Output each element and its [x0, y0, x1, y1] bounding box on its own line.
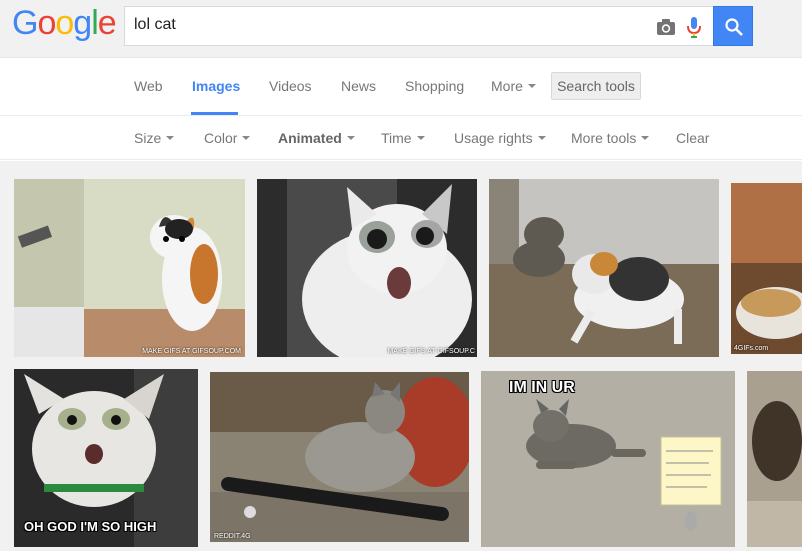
filter-label: Animated: [278, 130, 342, 146]
image-result[interactable]: OH GOD I'M SO HIGH: [14, 369, 198, 547]
filter-usage-rights[interactable]: Usage rights: [454, 130, 546, 146]
tab-images[interactable]: Images: [192, 78, 240, 94]
image-result[interactable]: IM IN UR: [481, 371, 735, 547]
search-tools-button[interactable]: Search tools: [551, 72, 641, 100]
filter-label: Usage rights: [454, 130, 533, 146]
watermark: MAKE GIFS AT GIFSOUP.C: [387, 348, 475, 355]
caret-down-icon: [242, 136, 251, 140]
filter-label: Size: [134, 130, 162, 146]
search-tools-bar: Size Color Animated Time Usage rights Mo…: [0, 117, 802, 160]
logo-letter: g: [73, 4, 92, 42]
search-query-text[interactable]: lol cat: [134, 16, 176, 34]
result-image: [731, 183, 802, 354]
logo-letter: e: [97, 4, 117, 42]
filter-size[interactable]: Size: [134, 130, 175, 146]
filter-label: Color: [204, 130, 238, 146]
image-result[interactable]: MAKE GIFS AT GIFSOUP.C: [257, 179, 477, 357]
watermark: REDDIT.4G: [214, 533, 251, 540]
caret-down-icon: [346, 136, 355, 140]
caret-down-icon: [641, 136, 650, 140]
caret-down-icon: [527, 84, 536, 88]
watermark: 4GIFs.com: [734, 345, 769, 352]
result-image: [747, 371, 802, 547]
image-result[interactable]: [489, 179, 719, 357]
tab-web[interactable]: Web: [134, 78, 163, 94]
image-result[interactable]: REDDIT.4G: [210, 372, 469, 542]
tab-videos[interactable]: Videos: [269, 78, 312, 94]
filter-more-tools[interactable]: More tools: [571, 130, 650, 146]
filter-label: Time: [381, 130, 412, 146]
image-result[interactable]: 4GIFs.com: [731, 183, 802, 354]
caret-down-icon: [416, 136, 425, 140]
camera-icon[interactable]: [655, 16, 677, 38]
active-tab-indicator: [191, 112, 238, 115]
filter-time[interactable]: Time: [381, 130, 425, 146]
watermark: MAKE GIFS AT GIFSOUP.COM: [142, 348, 241, 355]
tab-more-label: More: [491, 78, 523, 94]
result-image: [489, 179, 719, 357]
magnifier-icon: [725, 18, 743, 36]
logo-letter: o: [37, 4, 56, 42]
result-image: [481, 371, 735, 547]
logo-letter: o: [55, 4, 74, 42]
filter-label: More tools: [571, 130, 637, 146]
tab-more[interactable]: More: [491, 78, 536, 94]
search-button[interactable]: [713, 6, 753, 46]
logo-letter: G: [12, 4, 38, 42]
image-results-grid: MAKE GIFS AT GIFSOUP.COM MAKE GIFS AT GI…: [0, 161, 802, 551]
caret-down-icon: [537, 136, 546, 140]
tab-news[interactable]: News: [341, 78, 376, 94]
filter-color[interactable]: Color: [204, 130, 251, 146]
search-header: Google lol cat: [0, 0, 802, 58]
image-result[interactable]: MAKE GIFS AT GIFSOUP.COM: [14, 179, 245, 357]
meme-caption: OH GOD I'M SO HIGH: [24, 519, 157, 534]
google-logo[interactable]: Google: [12, 4, 117, 43]
tab-shopping[interactable]: Shopping: [405, 78, 464, 94]
result-image: [210, 372, 469, 542]
filter-type[interactable]: Animated: [278, 130, 355, 146]
image-result[interactable]: [747, 371, 802, 547]
result-image: [257, 179, 477, 357]
result-image: [14, 179, 245, 357]
clear-filters-link[interactable]: Clear: [676, 130, 709, 146]
microphone-icon[interactable]: [683, 15, 705, 39]
search-tabs: Web Images Videos News Shopping More Sea…: [0, 58, 802, 116]
meme-caption: IM IN UR: [509, 379, 575, 396]
search-input[interactable]: lol cat: [124, 6, 714, 46]
caret-down-icon: [166, 136, 175, 140]
